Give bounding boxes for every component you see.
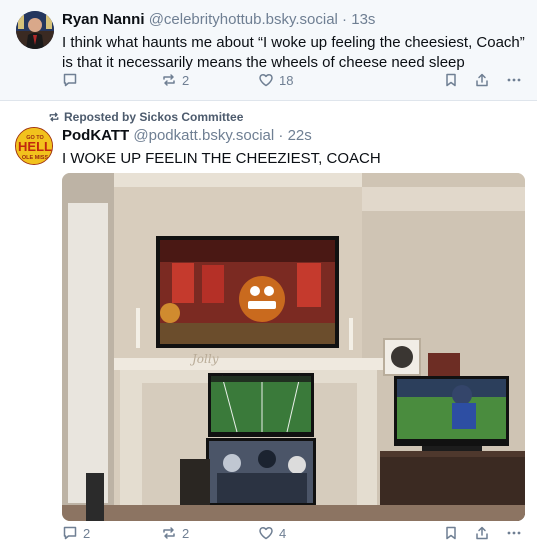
repost-indicator[interactable]: Reposted by Sickos Committee [48, 110, 243, 124]
repost-icon [49, 112, 59, 122]
repost-icon [163, 74, 175, 86]
post-card[interactable]: Ryan Nanni @celebrityhottub.bsky.social … [0, 0, 537, 101]
bookmark-button[interactable] [443, 525, 459, 541]
more-icon [507, 78, 521, 82]
bookmark-icon [446, 73, 456, 87]
post-image[interactable]: Jolly [62, 173, 525, 521]
share-icon [476, 526, 488, 540]
avatar[interactable]: GO TO HELL OLE MISS [15, 127, 53, 165]
repost-count: 2 [182, 525, 190, 541]
post-actions: 2 2 4 [62, 525, 527, 543]
like-count: 18 [279, 72, 294, 88]
like-button[interactable]: 18 [258, 72, 293, 88]
author-handle[interactable]: @celebrityhottub.bsky.social [149, 11, 338, 28]
avatar-text-bottom: OLE MISS [22, 155, 49, 161]
repost-button[interactable]: 2 [161, 525, 189, 541]
reply-count: 2 [83, 525, 91, 541]
share-button[interactable] [474, 72, 490, 88]
post-header: Ryan Nanni @celebrityhottub.bsky.social … [62, 11, 375, 28]
repost-label: Reposted by Sickos Committee [64, 110, 244, 124]
repost-button[interactable]: 2 [161, 72, 189, 88]
time-separator: · [337, 11, 352, 28]
repost-count: 2 [182, 72, 190, 88]
post-header: PodKATT @podkatt.bsky.social · 22s [62, 127, 312, 144]
like-button[interactable]: 4 [258, 525, 286, 541]
repost-icon [163, 527, 175, 539]
author-handle[interactable]: @podkatt.bsky.social [133, 127, 274, 144]
post-timestamp[interactable]: 13s [351, 11, 375, 28]
reply-button[interactable] [62, 72, 83, 88]
like-count: 4 [279, 525, 287, 541]
reply-icon [63, 526, 77, 540]
more-icon [507, 531, 521, 535]
bookmark-button[interactable] [443, 72, 459, 88]
reply-button[interactable]: 2 [62, 525, 90, 541]
bookmark-icon [446, 526, 456, 540]
reply-icon [63, 73, 77, 87]
post-text: I think what haunts me about “I woke up … [62, 34, 525, 71]
avatar-text-middle: HELL [18, 139, 52, 154]
avatar[interactable] [16, 11, 54, 49]
author-name[interactable]: PodKATT [62, 127, 129, 144]
post-actions: 2 18 [62, 72, 527, 90]
author-name[interactable]: Ryan Nanni [62, 11, 145, 28]
post-text: I WOKE UP FEELIN THE CHEEZIEST, COACH [62, 150, 381, 167]
time-separator: · [274, 127, 288, 144]
svg-text:Jolly: Jolly [189, 352, 219, 366]
more-button[interactable] [506, 72, 522, 88]
post-timestamp[interactable]: 22s [288, 127, 312, 144]
share-button[interactable] [474, 525, 490, 541]
like-icon [259, 526, 273, 540]
like-icon [259, 73, 273, 87]
share-icon [476, 73, 488, 87]
more-button[interactable] [506, 525, 522, 541]
